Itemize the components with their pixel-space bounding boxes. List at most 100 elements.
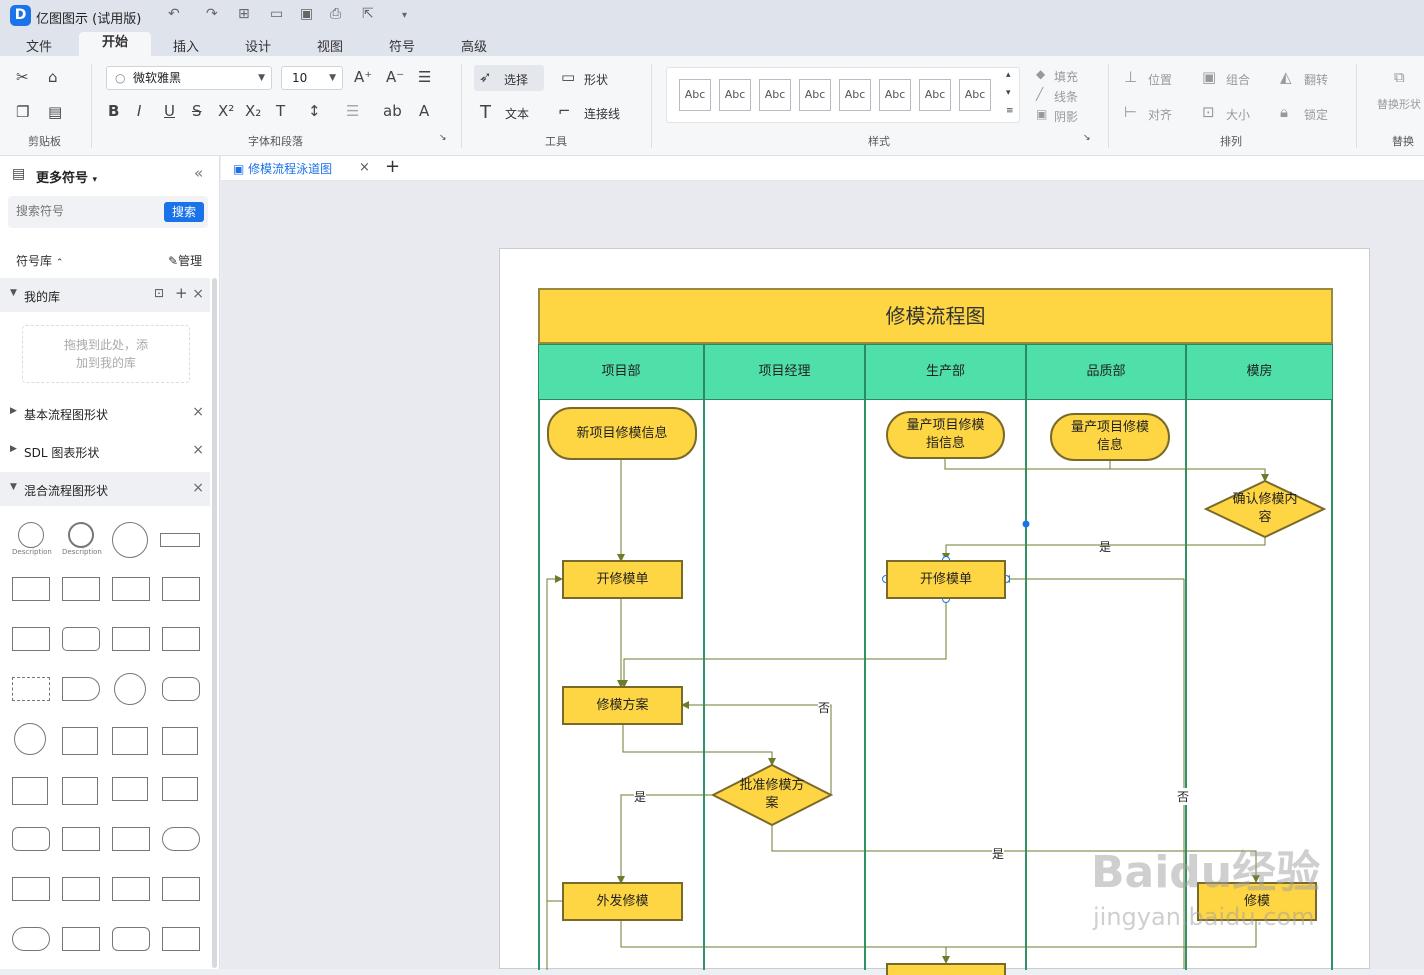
connector-icon[interactable]: ⌐ xyxy=(558,102,571,120)
shape-thumb[interactable] xyxy=(162,727,198,755)
chevron-down-icon[interactable]: ▾ xyxy=(402,10,407,21)
search-button[interactable]: 搜索 xyxy=(164,202,204,222)
undo-icon[interactable]: ↶ xyxy=(168,6,180,22)
shape-thumb[interactable] xyxy=(12,777,48,805)
shape-thumb[interactable] xyxy=(12,627,50,651)
decrease-font-icon[interactable]: A⁻ xyxy=(386,68,404,86)
save-icon[interactable]: ▣ xyxy=(300,6,313,22)
scroll-up-icon[interactable]: ▴ xyxy=(1006,70,1011,80)
italic-icon[interactable]: I xyxy=(137,102,141,120)
shape-thumb[interactable] xyxy=(112,827,150,851)
export-icon[interactable]: ⇱ xyxy=(362,6,374,22)
shape-thumb[interactable] xyxy=(114,673,146,705)
shape-thumb[interactable] xyxy=(162,627,200,651)
align-label[interactable]: 对齐 xyxy=(1148,106,1172,123)
tab-view[interactable]: 视图 xyxy=(300,36,360,56)
close-icon[interactable]: × xyxy=(192,442,204,458)
tab-advanced[interactable]: 高级 xyxy=(444,36,504,56)
font-size-select[interactable]: 10 ▼ xyxy=(281,66,343,90)
tab-design[interactable]: 设计 xyxy=(228,36,288,56)
cut-icon[interactable]: ✂ xyxy=(16,68,29,86)
library-basic-flowchart[interactable]: ▶ 基本流程图形状 × xyxy=(0,396,210,430)
line-spacing-icon[interactable]: ↕ xyxy=(308,102,321,120)
shape-thumb[interactable] xyxy=(62,677,100,701)
shape-thumb[interactable] xyxy=(162,877,200,901)
style-sample[interactable]: Abc xyxy=(799,79,831,111)
font-color-icon[interactable]: A xyxy=(419,102,429,120)
shape-thumb[interactable] xyxy=(112,522,148,558)
expand-icon[interactable]: ↘ xyxy=(1083,133,1091,143)
flow-node-process[interactable] xyxy=(886,963,1006,975)
text-label[interactable]: 文本 xyxy=(505,105,529,122)
shape-thumb[interactable] xyxy=(14,723,46,755)
open-folder-icon[interactable]: ▭ xyxy=(270,6,283,22)
font-family-select[interactable]: ○ 微软雅黑 ▼ xyxy=(106,66,272,90)
my-library-dropzone[interactable]: 拖拽到此处，添 加到我的库 xyxy=(22,325,190,383)
shape-thumb[interactable] xyxy=(112,927,150,951)
shape-thumb[interactable] xyxy=(12,827,50,851)
sidebar-scrollbar[interactable] xyxy=(212,278,217,968)
shape-thumb[interactable] xyxy=(162,827,200,851)
redo-icon[interactable]: ↷ xyxy=(206,6,218,22)
scroll-down-icon[interactable]: ▾ xyxy=(1006,88,1011,98)
shape-thumb[interactable] xyxy=(112,777,148,801)
shape-thumb[interactable] xyxy=(12,927,50,951)
print-icon[interactable]: ⎙ xyxy=(330,6,341,22)
library-label[interactable]: 符号库 ⌃ xyxy=(16,252,63,269)
position-label[interactable]: 位置 xyxy=(1148,71,1172,88)
style-sample[interactable]: Abc xyxy=(839,79,871,111)
shape-thumb[interactable] xyxy=(12,877,50,901)
flow-node-process[interactable]: 外发修模 xyxy=(562,882,683,921)
tab-symbols[interactable]: 符号 xyxy=(372,36,432,56)
style-sample[interactable]: Abc xyxy=(879,79,911,111)
add-tab-icon[interactable]: + xyxy=(385,156,400,177)
style-sample[interactable]: Abc xyxy=(719,79,751,111)
decision-label[interactable]: 确认修模内容 xyxy=(1206,489,1324,529)
shape-thumb[interactable] xyxy=(12,677,50,701)
underline-icon[interactable]: U xyxy=(164,102,175,120)
search-input[interactable] xyxy=(16,204,156,218)
new-file-icon[interactable]: ⊞ xyxy=(238,6,250,22)
library-mixed-flowchart[interactable]: ▼ 混合流程图形状 × xyxy=(0,472,210,506)
line-label[interactable]: 线条 xyxy=(1054,88,1078,105)
list-icon[interactable]: ☰ xyxy=(346,102,359,120)
flip-label[interactable]: 翻转 xyxy=(1304,71,1328,88)
style-sample[interactable]: Abc xyxy=(759,79,791,111)
align-icon[interactable]: ☰ xyxy=(418,68,431,86)
add-icon[interactable]: + xyxy=(175,284,188,302)
collapse-icon[interactable]: « xyxy=(194,164,203,182)
shape-thumb[interactable] xyxy=(62,627,100,651)
select-tool[interactable]: ➶ 选择 xyxy=(474,65,544,91)
style-sample[interactable]: Abc xyxy=(919,79,951,111)
shape-thumb[interactable] xyxy=(12,577,50,601)
bold-icon[interactable]: B xyxy=(108,102,119,120)
shape-thumb[interactable] xyxy=(62,927,100,951)
copy-icon[interactable]: ❐ xyxy=(16,103,29,121)
tab-insert[interactable]: 插入 xyxy=(156,36,216,56)
group-label[interactable]: 组合 xyxy=(1226,71,1250,88)
import-icon[interactable]: ⊡ xyxy=(154,286,164,300)
strikethrough-icon[interactable]: S xyxy=(192,102,202,120)
my-library[interactable]: ▼ 我的库 ⊡ + × xyxy=(0,278,210,312)
replace-shape-label[interactable]: 替换形状 xyxy=(1377,96,1424,112)
close-icon[interactable]: × xyxy=(192,286,204,302)
superscript-icon[interactable]: X² xyxy=(218,102,234,120)
style-sample[interactable]: Abc xyxy=(679,79,711,111)
shape-label[interactable]: 形状 xyxy=(584,71,608,88)
decision-label[interactable]: 批准修模方案 xyxy=(713,775,831,815)
flow-node-terminator[interactable]: 量产项目修模 指信息 xyxy=(886,411,1005,459)
manage-button[interactable]: ✎管理 xyxy=(168,252,202,269)
shape-thumb[interactable] xyxy=(62,727,98,755)
increase-font-icon[interactable]: A⁺ xyxy=(354,68,372,86)
shadow-label[interactable]: 阴影 xyxy=(1054,108,1078,125)
close-tab-icon[interactable]: × xyxy=(359,160,370,175)
connector-label[interactable]: 连接线 xyxy=(584,105,620,122)
close-icon[interactable]: × xyxy=(192,404,204,420)
flow-node-process[interactable]: 开修模单 xyxy=(886,560,1006,599)
shape-thumb[interactable] xyxy=(162,777,198,801)
shape-thumb[interactable] xyxy=(68,522,94,548)
more-styles-icon[interactable]: ≡ xyxy=(1006,106,1014,116)
tab-home[interactable]: 开始 xyxy=(79,32,151,56)
shape-thumb[interactable] xyxy=(62,877,100,901)
expand-icon[interactable]: ↘ xyxy=(439,133,447,143)
